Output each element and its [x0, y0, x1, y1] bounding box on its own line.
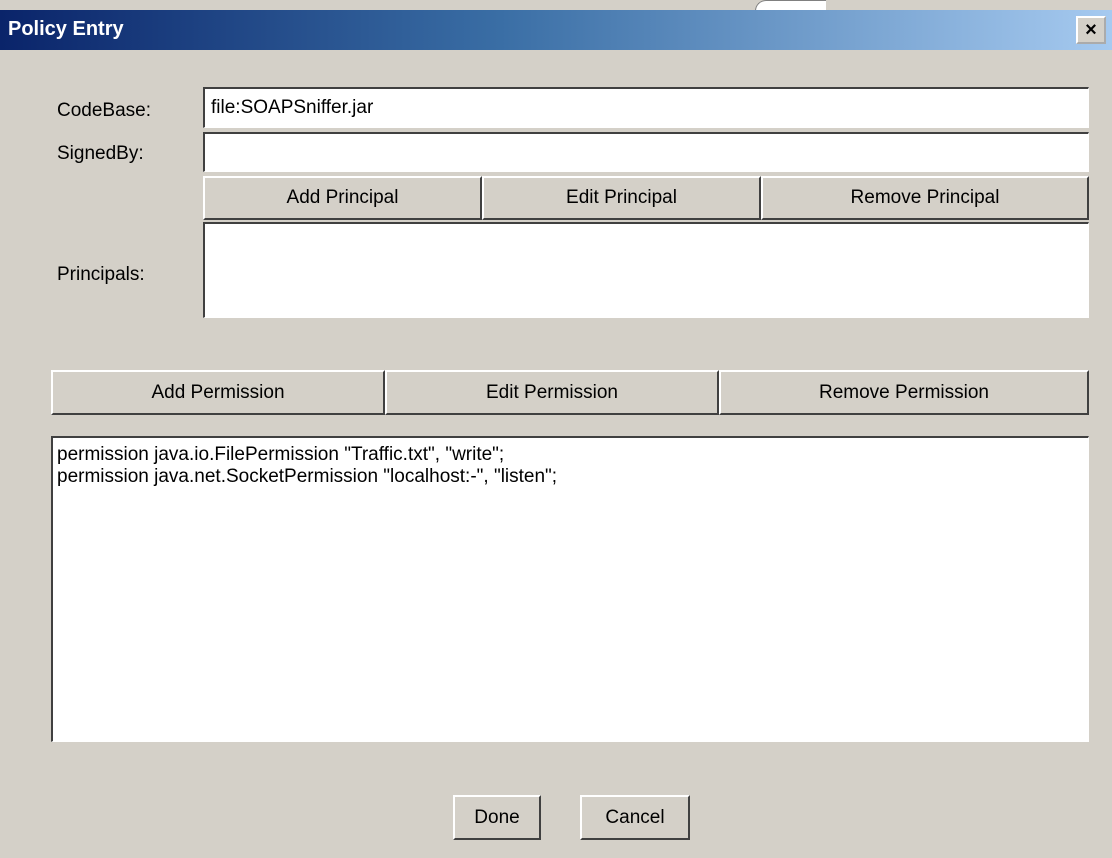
done-button[interactable]: Done [453, 795, 541, 840]
close-button[interactable]: × [1076, 16, 1106, 44]
codebase-label: CodeBase: [57, 100, 152, 121]
close-icon: × [1085, 18, 1097, 41]
title-bar[interactable]: Policy Entry × [0, 10, 1112, 50]
codebase-input[interactable] [203, 87, 1089, 128]
principals-list[interactable] [203, 222, 1089, 318]
signedby-label: SignedBy: [57, 143, 144, 164]
edit-principal-button[interactable]: Edit Principal [482, 176, 761, 220]
permissions-list[interactable]: permission java.io.FilePermission "Traff… [51, 436, 1089, 742]
remove-permission-button[interactable]: Remove Permission [719, 370, 1089, 415]
window-title: Policy Entry [8, 18, 124, 40]
signedby-input[interactable] [203, 132, 1089, 172]
edit-permission-button[interactable]: Edit Permission [385, 370, 719, 415]
permission-entry[interactable]: permission java.io.FilePermission "Traff… [57, 444, 1084, 466]
add-permission-button[interactable]: Add Permission [51, 370, 385, 415]
policy-entry-dialog: Policy Entry × CodeBase: SignedBy: Add P… [0, 0, 1112, 858]
cancel-button[interactable]: Cancel [580, 795, 690, 840]
remove-principal-button[interactable]: Remove Principal [761, 176, 1089, 220]
add-principal-button[interactable]: Add Principal [203, 176, 482, 220]
permission-entry[interactable]: permission java.net.SocketPermission "lo… [57, 466, 1084, 488]
principals-label: Principals: [57, 264, 145, 285]
